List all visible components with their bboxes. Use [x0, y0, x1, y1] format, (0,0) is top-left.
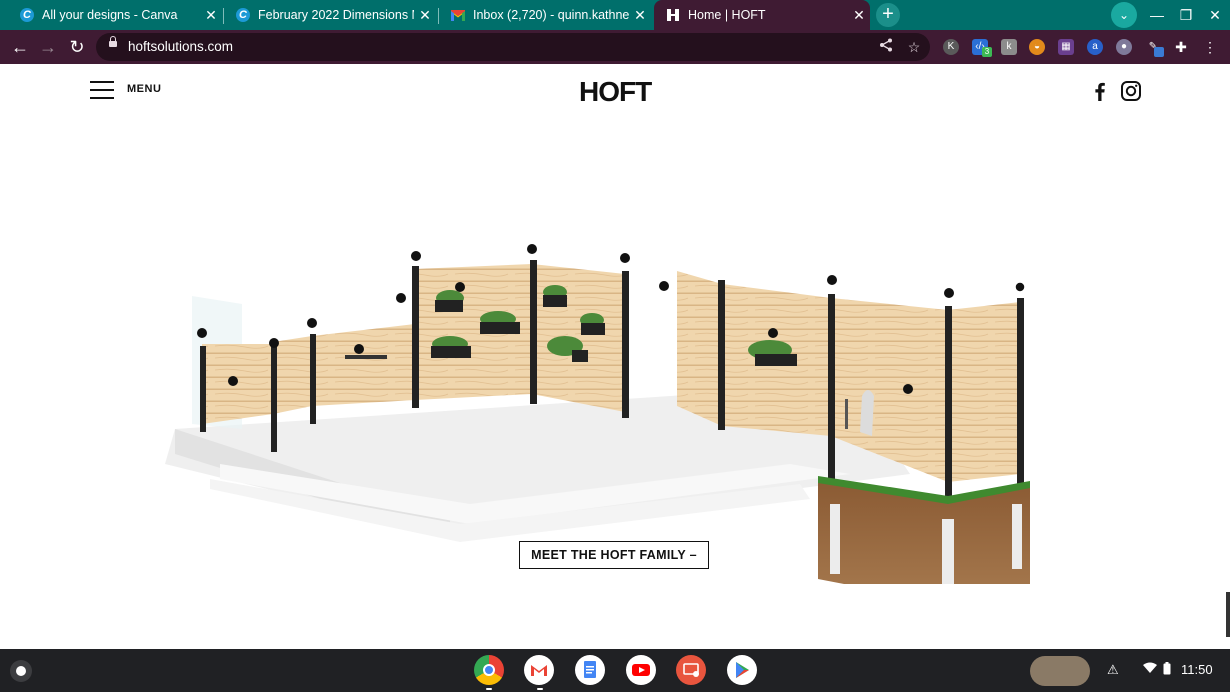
browser-toolbar: ← → ↻ hoftsolutions.com ☆ K ‹/› 3 k ◒ ▦ …	[0, 30, 1230, 64]
clock[interactable]: 11:50	[1181, 662, 1213, 677]
running-indicator	[537, 688, 543, 690]
more-menu-icon[interactable]: ⋮	[1202, 39, 1218, 55]
extension-circle-icon[interactable]: ●	[1116, 39, 1132, 55]
running-indicator	[486, 688, 492, 690]
tab-title: February 2022 Dimensions Mag	[258, 8, 414, 22]
facebook-icon[interactable]	[1089, 80, 1111, 102]
menu-label[interactable]: MENU	[127, 83, 161, 95]
meet-hoft-family-button[interactable]: MEET THE HOFT FAMILY –	[519, 541, 709, 569]
hoft-website: MENU HOFT MEET THE HOFT FAMILY –	[0, 64, 1230, 649]
screencast-icon[interactable]	[676, 655, 706, 685]
tab-title: Home | HOFT	[688, 8, 766, 22]
canva-icon: C	[20, 8, 34, 22]
fence-post	[412, 266, 419, 408]
fence-product-illustration	[165, 244, 1030, 584]
warning-icon[interactable]: ⚠	[1107, 662, 1119, 678]
extension-badge: 3	[982, 47, 992, 57]
hamburger-menu-icon[interactable]	[90, 81, 114, 99]
hoft-logo[interactable]: HOFT	[579, 76, 652, 108]
extension-k2-icon[interactable]: k	[1001, 39, 1017, 55]
gmail-app-icon[interactable]	[524, 655, 554, 685]
hotspot-dot[interactable]	[620, 253, 630, 263]
gmail-icon	[451, 8, 465, 22]
close-tab-icon[interactable]: ✕	[414, 7, 436, 24]
fence-panel	[948, 302, 1020, 482]
url-text[interactable]: hoftsolutions.com	[128, 39, 233, 54]
extension-a-icon[interactable]: a	[1087, 39, 1103, 55]
lock-icon	[109, 36, 117, 47]
extension-fox-icon[interactable]: ◒	[1029, 39, 1045, 55]
close-tab-icon[interactable]: ✕	[629, 7, 651, 24]
fence-panel	[677, 271, 722, 426]
hotspot-dot[interactable]	[827, 275, 837, 285]
fence-post	[530, 260, 537, 404]
hotspot-dot[interactable]	[527, 244, 537, 254]
hotspot-dot[interactable]	[411, 251, 421, 261]
tab-canva-february[interactable]: C February 2022 Dimensions Mag ✕	[224, 0, 436, 30]
scrollbar-thumb[interactable]	[1226, 592, 1230, 637]
minimize-icon[interactable]: —	[1143, 0, 1171, 30]
forward-icon[interactable]: →	[36, 35, 60, 59]
towel	[860, 390, 874, 436]
hotspot-dot[interactable]	[768, 328, 778, 338]
tab-title: Inbox (2,720) - quinn.kathner@g	[473, 8, 629, 22]
tab-hoft-home[interactable]: Home | HOFT ✕	[654, 0, 870, 30]
fence-post	[718, 280, 725, 430]
fence-post	[271, 342, 277, 452]
back-icon[interactable]: ←	[8, 35, 32, 59]
planter	[580, 313, 605, 335]
extension-pen-badge	[1154, 47, 1164, 57]
hotspot-dot[interactable]	[228, 376, 238, 386]
holding-space-thumbnails[interactable]	[1030, 656, 1090, 686]
instagram-icon[interactable]	[1120, 80, 1142, 102]
tab-search-icon[interactable]: ⌄	[1111, 2, 1137, 28]
fence-post	[622, 271, 629, 418]
share-icon[interactable]	[876, 37, 896, 57]
extensions-puzzle-icon[interactable]: ✚	[1173, 39, 1189, 55]
close-tab-icon[interactable]: ✕	[200, 7, 222, 24]
close-window-icon[interactable]: ✕	[1201, 0, 1229, 30]
docs-icon[interactable]	[575, 655, 605, 685]
hotspot-dot[interactable]	[396, 293, 406, 303]
hotspot-dot[interactable]	[455, 282, 465, 292]
extension-k-icon[interactable]: K	[943, 39, 959, 55]
fence-post	[200, 346, 206, 432]
hotspot-dot[interactable]	[197, 328, 207, 338]
tab-canva-designs[interactable]: C All your designs - Canva ✕	[8, 0, 222, 30]
fence-panel	[532, 264, 625, 412]
launcher-icon[interactable]	[10, 660, 32, 682]
fence-panel	[273, 336, 312, 414]
restore-icon[interactable]: ❐	[1172, 0, 1200, 30]
fence-shelf	[345, 355, 387, 359]
reload-icon[interactable]: ↻	[65, 35, 89, 59]
planter	[543, 285, 567, 307]
address-bar[interactable]: hoftsolutions.com ☆	[96, 33, 930, 61]
hotspot-dot[interactable]	[659, 281, 669, 291]
fence-post	[310, 334, 316, 424]
play-store-icon[interactable]	[727, 655, 757, 685]
hotspot-dot[interactable]	[1014, 281, 1026, 293]
canva-icon: C	[236, 8, 250, 22]
battery-icon[interactable]	[1163, 662, 1171, 678]
tab-strip: C All your designs - Canva ✕ C February …	[0, 0, 1230, 30]
tab-gmail-inbox[interactable]: Inbox (2,720) - quinn.kathner@g ✕	[439, 0, 651, 30]
fence-panel	[312, 324, 415, 406]
hotspot-dot[interactable]	[269, 338, 279, 348]
extension-grid-icon[interactable]: ▦	[1058, 39, 1074, 55]
youtube-icon[interactable]	[626, 655, 656, 685]
tab-title: All your designs - Canva	[42, 8, 178, 22]
close-tab-icon[interactable]: ✕	[848, 7, 870, 24]
hotspot-dot[interactable]	[944, 288, 954, 298]
hotspot-dot[interactable]	[307, 318, 317, 328]
wifi-icon[interactable]	[1143, 662, 1157, 677]
hotspot-dot[interactable]	[903, 384, 913, 394]
planter	[435, 290, 464, 312]
fence-panel	[202, 344, 273, 424]
new-tab-button[interactable]: +	[876, 3, 900, 27]
chrome-icon[interactable]	[474, 655, 504, 685]
hoft-icon	[666, 8, 680, 22]
bookmark-star-icon[interactable]: ☆	[904, 37, 924, 57]
hotspot-dot[interactable]	[354, 344, 364, 354]
